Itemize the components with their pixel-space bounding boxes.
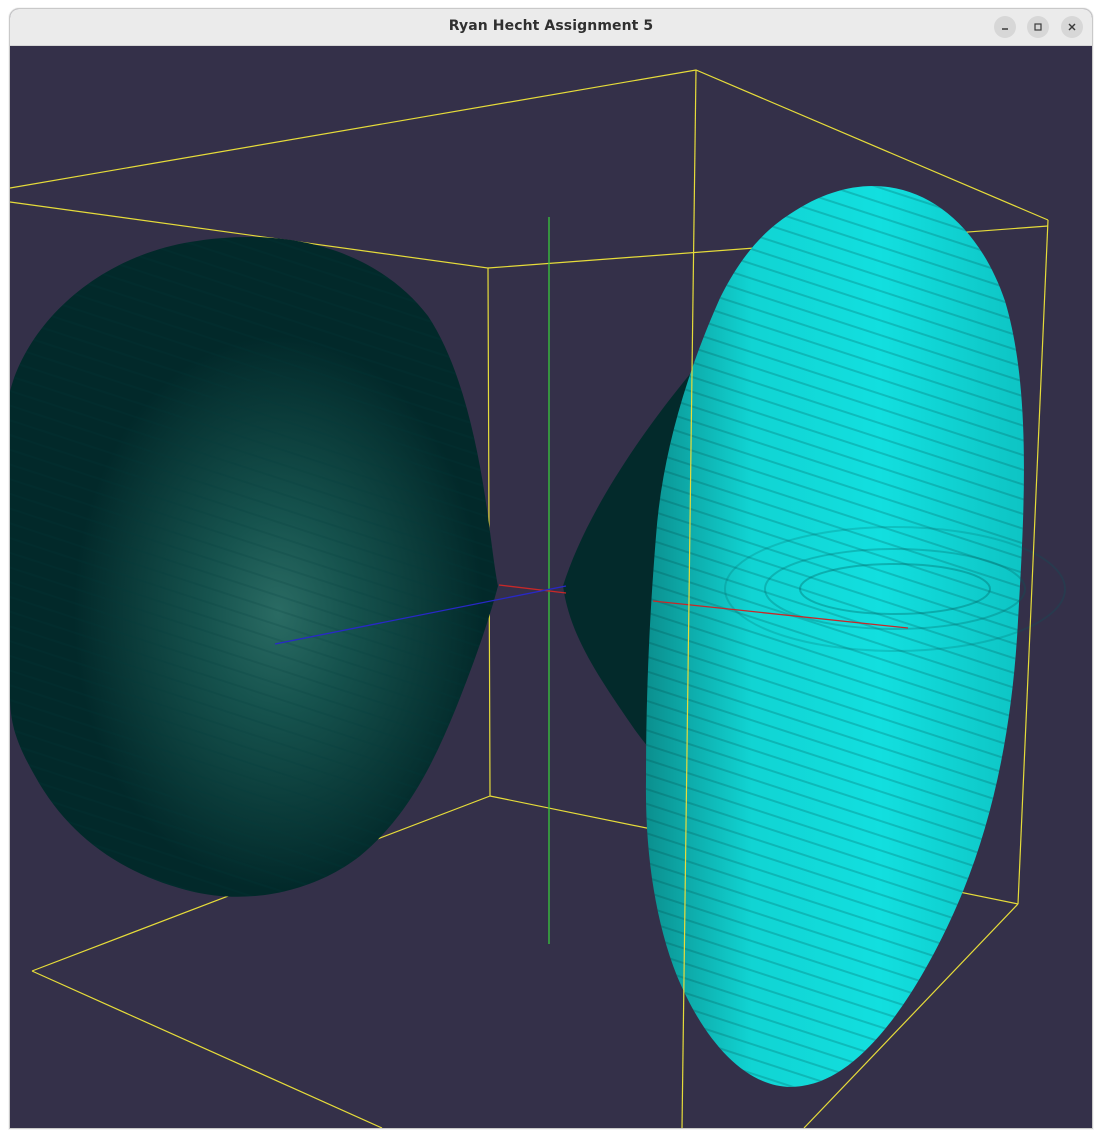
title-bar[interactable]: Ryan Hecht Assignment 5 bbox=[10, 9, 1092, 46]
right-surface bbox=[645, 185, 1066, 1087]
close-button[interactable] bbox=[1061, 16, 1083, 38]
maximize-button[interactable] bbox=[1027, 16, 1049, 38]
left-surface bbox=[10, 237, 498, 897]
maximize-icon bbox=[1033, 22, 1043, 32]
close-icon bbox=[1067, 22, 1077, 32]
minimize-icon bbox=[1000, 22, 1010, 32]
app-window: Ryan Hecht Assignment 5 bbox=[9, 8, 1093, 1129]
window-title: Ryan Hecht Assignment 5 bbox=[448, 18, 654, 34]
scene-canvas[interactable] bbox=[10, 46, 1092, 1128]
minimize-button[interactable] bbox=[994, 16, 1016, 38]
render-viewport[interactable] bbox=[10, 46, 1092, 1128]
